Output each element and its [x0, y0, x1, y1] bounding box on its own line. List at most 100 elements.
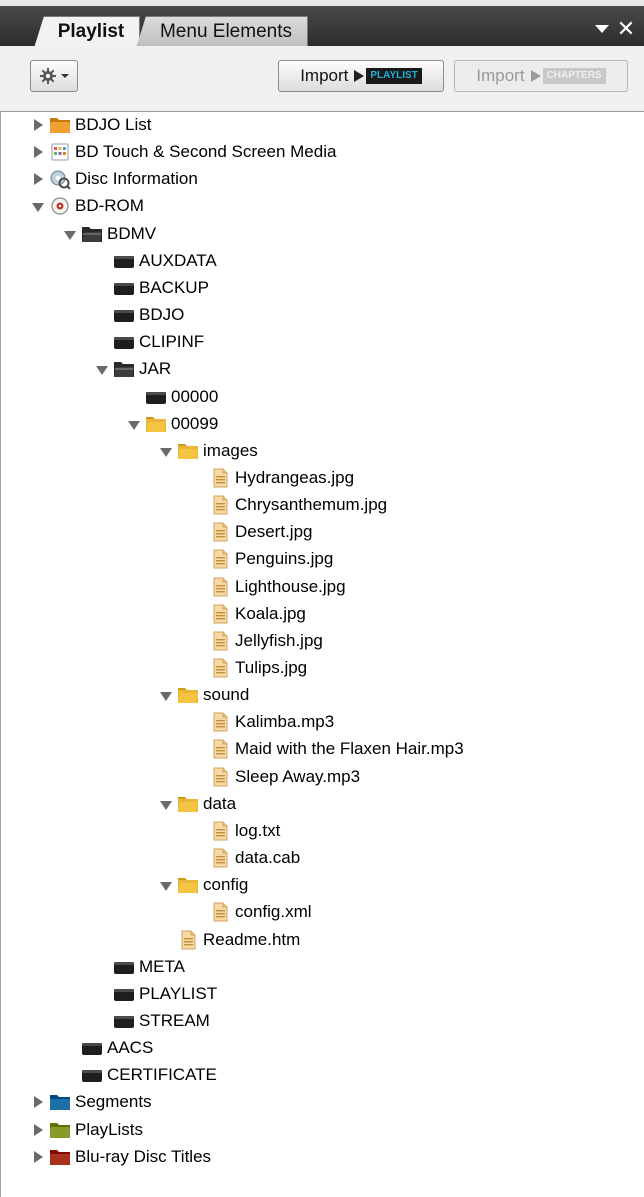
tree-item[interactable]: JAR	[95, 356, 171, 382]
tree-item-label: Koala.jpg	[235, 603, 306, 623]
tree-item[interactable]: AUXDATA	[95, 248, 217, 274]
tree-item[interactable]: 00000	[127, 384, 218, 410]
no-expander	[191, 661, 205, 675]
tree-item[interactable]: Readme.htm	[159, 927, 300, 953]
disc-info-icon	[49, 169, 71, 191]
play-arrow-icon	[354, 70, 365, 82]
expand-arrow-right-icon[interactable]	[31, 1150, 45, 1164]
tree-item[interactable]: Blu-ray Disc Titles	[31, 1144, 211, 1170]
tree-item-label: Chrysanthemum.jpg	[235, 495, 388, 515]
no-expander	[63, 1041, 77, 1055]
expand-arrow-down-icon[interactable]	[159, 878, 173, 892]
tree-item-label: JAR	[139, 359, 172, 379]
tree-item[interactable]: 00099	[127, 411, 218, 437]
expand-arrow-right-icon[interactable]	[31, 1095, 45, 1109]
tree-item[interactable]: BDJO	[95, 302, 184, 328]
tree-item[interactable]: CLIPINF	[95, 329, 204, 355]
tree-item[interactable]: images	[159, 438, 258, 464]
tree-item-label: Lighthouse.jpg	[235, 576, 346, 596]
expand-arrow-right-icon[interactable]	[31, 145, 45, 159]
file-icon	[209, 712, 231, 732]
tree-item[interactable]: Kalimba.mp3	[191, 709, 334, 735]
expand-arrow-down-icon[interactable]	[31, 199, 45, 213]
file-icon	[209, 902, 231, 922]
import-chapters-button[interactable]: Import CHAPTERS	[454, 60, 628, 92]
file-icon	[209, 767, 231, 787]
tree-item[interactable]: Sleep Away.mp3	[191, 764, 360, 790]
tree-item[interactable]: PLAYLIST	[95, 981, 217, 1007]
tree-item[interactable]: BACKUP	[95, 275, 209, 301]
tree-item-label: BD Touch & Second Screen Media	[75, 142, 337, 162]
tree-item[interactable]: STREAM	[95, 1008, 210, 1034]
tree-item-label: Desert.jpg	[235, 522, 313, 542]
no-expander	[191, 471, 205, 485]
expand-arrow-down-icon[interactable]	[63, 227, 77, 241]
expand-arrow-down-icon[interactable]	[127, 417, 141, 431]
no-expander	[95, 335, 109, 349]
tree-item[interactable]: BD-ROM	[31, 193, 144, 219]
tree-item[interactable]: data.cab	[191, 845, 300, 871]
import-playlist-button[interactable]: Import PLAYLIST	[278, 60, 444, 92]
no-expander	[95, 254, 109, 268]
tree-item-label: PLAYLIST	[139, 983, 218, 1003]
tree-item[interactable]: config	[159, 872, 248, 898]
no-expander	[191, 552, 205, 566]
import-chapters-label: Import	[476, 66, 525, 85]
tree-item-label: BDJO List	[75, 115, 152, 134]
tree-item-label: BDMV	[107, 223, 157, 243]
no-expander	[95, 281, 109, 295]
no-expander	[191, 742, 205, 756]
file-icon	[209, 631, 231, 651]
settings-dropdown-button[interactable]	[30, 60, 78, 92]
tree-item[interactable]: Chrysanthemum.jpg	[191, 492, 387, 518]
titles-folder-icon	[49, 1147, 71, 1167]
expand-arrow-right-icon[interactable]	[31, 172, 45, 186]
file-icon	[177, 930, 199, 950]
expand-arrow-down-icon[interactable]	[159, 797, 173, 811]
no-expander	[95, 1014, 109, 1028]
tree-item[interactable]: META	[95, 954, 185, 980]
tree-item[interactable]: PlayLists	[31, 1117, 143, 1143]
tree-item[interactable]: Lighthouse.jpg	[191, 574, 346, 600]
tree-item[interactable]: Disc Information	[31, 166, 198, 192]
no-expander	[191, 824, 205, 838]
dark-folder-icon	[113, 251, 135, 271]
expand-arrow-down-icon[interactable]	[159, 444, 173, 458]
tree-item[interactable]: AACS	[63, 1035, 153, 1061]
tree-item[interactable]: Maid with the Flaxen Hair.mp3	[191, 736, 464, 762]
tree-item[interactable]: BD Touch & Second Screen Media	[31, 139, 336, 165]
tree-item[interactable]: BDMV	[63, 221, 156, 247]
tree-item[interactable]: Desert.jpg	[191, 519, 312, 545]
tree-item[interactable]: BDJO List	[31, 112, 152, 138]
tree-item[interactable]: sound	[159, 682, 249, 708]
folder-open-icon	[145, 414, 167, 434]
tab-playlist-label: Playlist	[57, 21, 125, 42]
tree-item[interactable]: log.txt	[191, 818, 280, 844]
expand-arrow-down-icon[interactable]	[95, 362, 109, 376]
tree-item[interactable]: data	[159, 791, 236, 817]
tree-item[interactable]: config.xml	[191, 899, 312, 925]
no-expander	[159, 933, 173, 947]
tree-item[interactable]: Tulips.jpg	[191, 655, 307, 681]
tree-item[interactable]: Penguins.jpg	[191, 546, 333, 572]
tree-item-label: 00099	[171, 413, 219, 433]
no-expander	[191, 580, 205, 594]
tree-item[interactable]: CERTIFICATE	[63, 1062, 217, 1088]
expand-arrow-right-icon[interactable]	[31, 1123, 45, 1137]
tab-menu-elements[interactable]: Menu Elements	[136, 16, 308, 48]
expand-arrow-right-icon[interactable]	[31, 118, 45, 132]
no-expander	[191, 607, 205, 621]
dark-folder-open-icon	[81, 224, 103, 244]
tree-item[interactable]: Segments	[31, 1089, 152, 1115]
tree-item[interactable]: Jellyfish.jpg	[191, 628, 323, 654]
tab-playlist[interactable]: Playlist	[34, 16, 140, 48]
tree-item-label: images	[203, 440, 258, 460]
close-icon[interactable]: ✕	[616, 18, 636, 40]
tree-item[interactable]: Hydrangeas.jpg	[191, 465, 354, 491]
project-tree[interactable]: BDJO List BD Touch & Second Screen Media…	[0, 112, 644, 1197]
panel-menu-dropdown-icon[interactable]	[594, 21, 610, 37]
no-expander	[95, 308, 109, 322]
tree-item[interactable]: Koala.jpg	[191, 601, 306, 627]
tree-item-label: Disc Information	[75, 169, 198, 189]
expand-arrow-down-icon[interactable]	[159, 688, 173, 702]
